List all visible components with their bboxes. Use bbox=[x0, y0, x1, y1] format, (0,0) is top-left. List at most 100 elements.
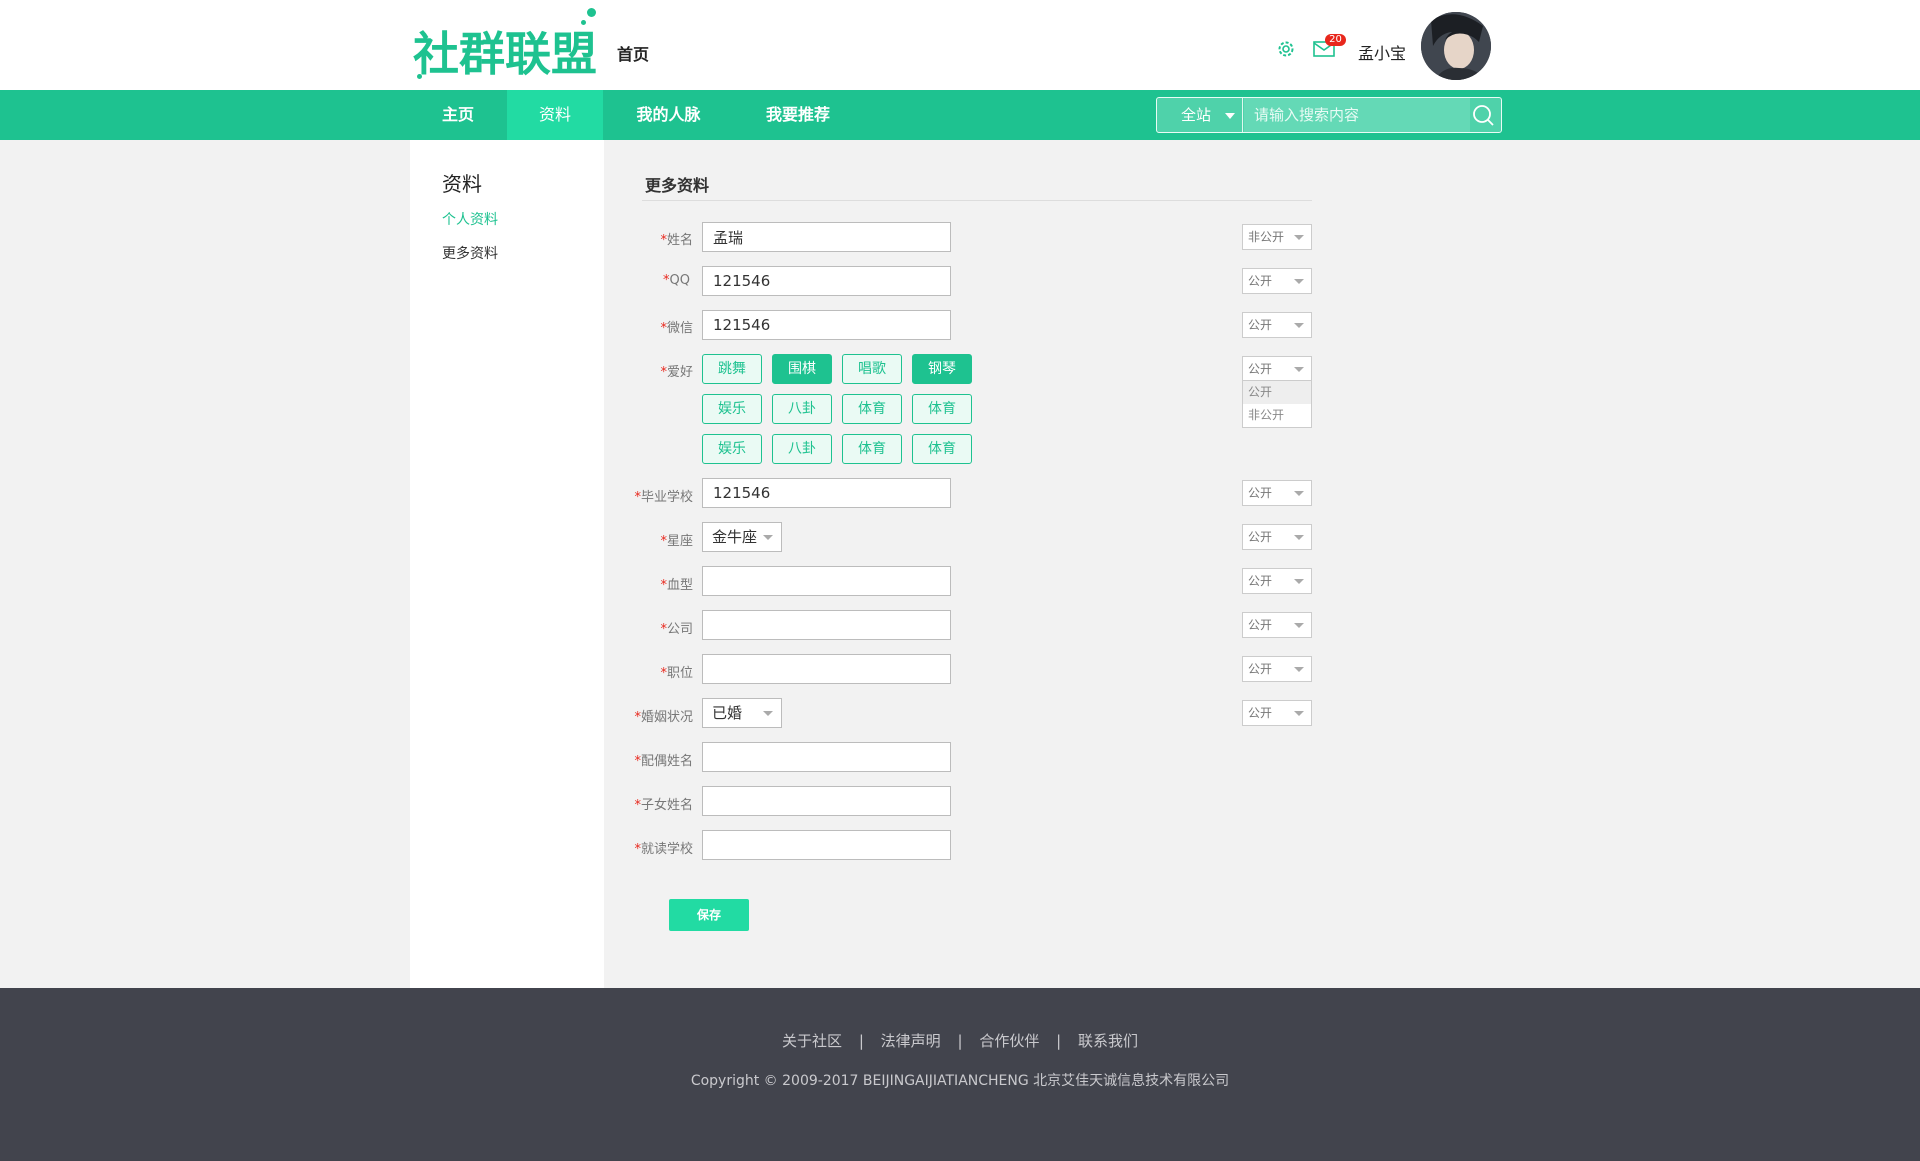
sidebar-item-personal-info[interactable]: 个人资料 bbox=[442, 209, 498, 229]
footer-separator: | bbox=[957, 1032, 963, 1050]
footer-link-partners[interactable]: 合作伙伴 bbox=[979, 1032, 1039, 1050]
chevron-down-icon bbox=[763, 711, 773, 716]
chevron-down-icon bbox=[1294, 667, 1304, 672]
sidebar-title: 资料 bbox=[442, 172, 482, 196]
visibility-select-position[interactable]: 公开 bbox=[1242, 656, 1312, 682]
spouse-name-field[interactable] bbox=[702, 742, 951, 772]
visibility-select-wechat[interactable]: 公开 bbox=[1242, 312, 1312, 338]
footer-link-contact[interactable]: 联系我们 bbox=[1078, 1032, 1138, 1050]
field-label-qq: *QQ bbox=[663, 273, 690, 288]
qq-field[interactable] bbox=[702, 266, 951, 296]
gear-icon[interactable] bbox=[1276, 39, 1296, 59]
hobby-tag[interactable]: 钢琴 bbox=[912, 354, 972, 384]
notification-badge: 20 bbox=[1325, 34, 1346, 46]
field-label-hobby: *爱好 bbox=[660, 365, 693, 380]
chevron-down-icon bbox=[1294, 579, 1304, 584]
footer-link-legal[interactable]: 法律声明 bbox=[881, 1032, 941, 1050]
hobby-tag[interactable]: 唱歌 bbox=[842, 354, 902, 384]
chevron-down-icon bbox=[1294, 235, 1304, 240]
header-home-link[interactable]: 首页 bbox=[617, 41, 649, 65]
name-field[interactable] bbox=[702, 222, 951, 252]
field-label-position: *职位 bbox=[660, 666, 693, 681]
site-footer: 关于社区 | 法律声明 | 合作伙伴 | 联系我们 Copyright © 20… bbox=[0, 988, 1920, 1161]
chevron-down-icon bbox=[1294, 535, 1304, 540]
chevron-down-icon bbox=[1294, 623, 1304, 628]
visibility-select-marital[interactable]: 公开 bbox=[1242, 700, 1312, 726]
hobby-tag[interactable]: 娱乐 bbox=[702, 434, 762, 464]
search-scope-label: 全站 bbox=[1181, 106, 1212, 124]
hobby-tag[interactable]: 八卦 bbox=[772, 434, 832, 464]
position-field[interactable] bbox=[702, 654, 951, 684]
footer-link-about[interactable]: 关于社区 bbox=[782, 1032, 842, 1050]
hobby-tag[interactable]: 体育 bbox=[842, 394, 902, 424]
chevron-down-icon bbox=[1294, 323, 1304, 328]
field-label-company: *公司 bbox=[660, 622, 693, 637]
title-divider bbox=[642, 200, 1312, 201]
site-header: 社群联盟 首页 20 孟小宝 bbox=[0, 0, 1920, 90]
visibility-select-qq[interactable]: 公开 bbox=[1242, 268, 1312, 294]
children-name-field[interactable] bbox=[702, 786, 951, 816]
field-label-name: *姓名 bbox=[660, 233, 693, 248]
footer-links: 关于社区 | 法律声明 | 合作伙伴 | 联系我们 bbox=[0, 1030, 1920, 1051]
hobby-tag[interactable]: 体育 bbox=[912, 434, 972, 464]
footer-separator: | bbox=[858, 1032, 864, 1050]
page-title: 更多资料 bbox=[645, 176, 710, 195]
logo-dot bbox=[417, 74, 422, 79]
school-field[interactable] bbox=[702, 478, 951, 508]
logo-text: 社群联盟 bbox=[413, 27, 597, 81]
footer-separator: | bbox=[1056, 1032, 1062, 1050]
marital-status-select[interactable]: 已婚 bbox=[702, 698, 782, 728]
field-label-marital: *婚姻状况 bbox=[634, 710, 693, 725]
search-box: 全站 bbox=[1156, 97, 1502, 133]
children-school-field[interactable] bbox=[702, 830, 951, 860]
visibility-option-public[interactable]: 公开 bbox=[1243, 381, 1311, 404]
search-scope-select[interactable]: 全站 bbox=[1157, 98, 1243, 132]
main-nav: 主页 资料 我的人脉 我要推荐 bbox=[0, 90, 1920, 140]
sidebar: 资料 个人资料 更多资料 bbox=[410, 140, 604, 988]
search-icon[interactable] bbox=[1472, 104, 1494, 126]
logo-dot bbox=[587, 8, 596, 17]
hobby-tag[interactable]: 体育 bbox=[842, 434, 902, 464]
chevron-down-icon bbox=[1294, 279, 1304, 284]
nav-item-recommend[interactable]: 我要推荐 bbox=[742, 90, 854, 140]
hobby-tag[interactable]: 八卦 bbox=[772, 394, 832, 424]
nav-item-profile[interactable]: 资料 bbox=[507, 90, 603, 140]
copyright-text: Copyright © 2009-2017 BEIJINGAIJIATIANCH… bbox=[690, 1073, 1230, 1089]
visibility-option-private[interactable]: 非公开 bbox=[1243, 404, 1311, 427]
nav-item-connections[interactable]: 我的人脉 bbox=[615, 90, 722, 140]
logo-dot bbox=[581, 20, 586, 25]
field-label-blood: *血型 bbox=[660, 578, 693, 593]
visibility-select-company[interactable]: 公开 bbox=[1242, 612, 1312, 638]
field-label-wechat: *微信 bbox=[660, 321, 693, 336]
hobby-tag[interactable]: 体育 bbox=[912, 394, 972, 424]
company-field[interactable] bbox=[702, 610, 951, 640]
wechat-field[interactable] bbox=[702, 310, 951, 340]
field-label-school: *毕业学校 bbox=[634, 490, 693, 505]
save-button[interactable]: 保存 bbox=[669, 899, 749, 931]
hobby-tag[interactable]: 围棋 bbox=[772, 354, 832, 384]
visibility-select-zodiac[interactable]: 公开 bbox=[1242, 524, 1312, 550]
visibility-select-blood[interactable]: 公开 bbox=[1242, 568, 1312, 594]
visibility-dropdown-menu: 公开 非公开 bbox=[1242, 380, 1312, 428]
visibility-select-hobby[interactable]: 公开 bbox=[1242, 356, 1312, 382]
blood-type-field[interactable] bbox=[702, 566, 951, 596]
username[interactable]: 孟小宝 bbox=[1358, 40, 1406, 64]
hobby-tag[interactable]: 娱乐 bbox=[702, 394, 762, 424]
site-logo[interactable]: 社群联盟 bbox=[413, 8, 603, 84]
zodiac-select[interactable]: 金牛座 bbox=[702, 522, 782, 552]
avatar-image bbox=[1421, 12, 1491, 80]
chevron-down-icon bbox=[1294, 491, 1304, 496]
field-label-children-school: *就读学校 bbox=[634, 842, 693, 857]
hobby-tag[interactable]: 跳舞 bbox=[702, 354, 762, 384]
search-input[interactable] bbox=[1244, 98, 1470, 132]
avatar[interactable] bbox=[1421, 12, 1491, 80]
sidebar-item-more-info[interactable]: 更多资料 bbox=[442, 243, 498, 263]
visibility-select-school[interactable]: 公开 bbox=[1242, 480, 1312, 506]
chevron-down-icon bbox=[763, 535, 773, 540]
chevron-down-icon bbox=[1294, 367, 1304, 372]
field-label-spouse: *配偶姓名 bbox=[634, 754, 693, 769]
nav-item-home[interactable]: 主页 bbox=[410, 90, 506, 140]
visibility-select-name[interactable]: 非公开 bbox=[1242, 224, 1312, 250]
chevron-down-icon bbox=[1294, 711, 1304, 716]
field-label-children: *子女姓名 bbox=[634, 798, 693, 813]
